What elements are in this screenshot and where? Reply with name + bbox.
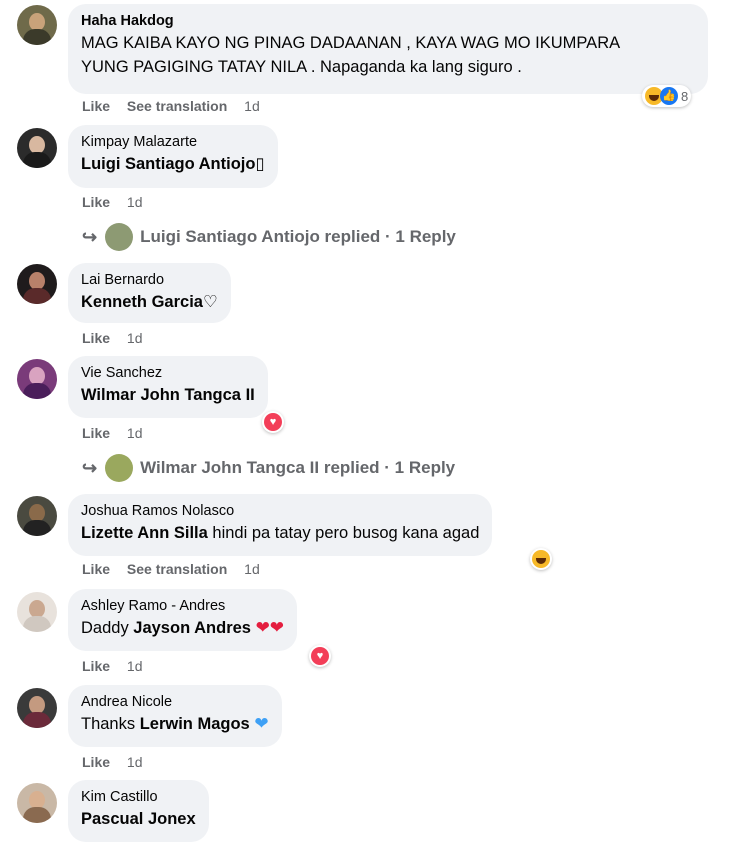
see-translation-button[interactable]: See translation: [127, 561, 227, 577]
replies-text[interactable]: Wilmar John Tangca II replied · 1 Reply: [140, 458, 455, 478]
haha-reaction-icon: [532, 550, 550, 568]
comment-actions: Like 1d: [82, 194, 155, 210]
comment-actions: Like 1d: [82, 330, 155, 346]
comment-timestamp[interactable]: 1d: [127, 754, 143, 770]
comment-timestamp[interactable]: 1d: [244, 561, 260, 577]
mention-tag[interactable]: Kenneth Garcia: [81, 293, 203, 311]
comment-actions: Like 1d: [82, 658, 155, 674]
comment-author[interactable]: Ashley Ramo - Andres: [81, 597, 284, 616]
reaction-summary[interactable]: ♥: [262, 411, 284, 433]
like-button[interactable]: Like: [82, 425, 110, 441]
comment-text: Pascual Jonex: [81, 807, 196, 831]
reply-arrow-icon: ↪: [82, 457, 98, 478]
comment-text: Luigi Santiago Antiojo▯: [81, 152, 265, 176]
comment-author[interactable]: Lai Bernardo: [81, 271, 218, 290]
comment-bubble: Haha Hakdog MAG KAIBA KAYO NG PINAG DADA…: [68, 4, 708, 94]
comment-text: Daddy Jayson Andres ❤❤: [81, 616, 284, 640]
comment-timestamp[interactable]: 1d: [127, 425, 143, 441]
comment-bubble: Andrea Nicole Thanks Lerwin Magos ❤: [68, 685, 282, 747]
comment-bubble: Lai Bernardo Kenneth Garcia♡: [68, 263, 231, 323]
replies-link[interactable]: ↪ Wilmar John Tangca II replied · 1 Repl…: [82, 454, 455, 482]
comment-author[interactable]: Vie Sanchez: [81, 364, 255, 383]
comment-actions: Like 1d: [82, 425, 155, 441]
avatar[interactable]: [17, 359, 57, 399]
comment-author[interactable]: Haha Hakdog: [81, 12, 695, 31]
comment-text-prefix: Thanks: [81, 715, 140, 733]
like-button[interactable]: Like: [82, 330, 110, 346]
mention-tag[interactable]: Lizette Ann Silla: [81, 524, 208, 542]
comment-author[interactable]: Joshua Ramos Nolasco: [81, 502, 479, 521]
comment-text: Kenneth Garcia♡: [81, 290, 218, 314]
avatar[interactable]: [17, 5, 57, 45]
reply-arrow-icon: ↪: [82, 226, 98, 247]
reaction-count: 8: [681, 88, 689, 104]
comment-actions: Like See translation 1d: [82, 98, 273, 114]
comment-actions: Like 1d: [82, 754, 155, 770]
red-heart-emoji: ❤❤: [255, 618, 285, 637]
comment-author[interactable]: Andrea Nicole: [81, 693, 269, 712]
mention-tag[interactable]: Wilmar John Tangca II: [81, 386, 255, 404]
like-button[interactable]: Like: [82, 98, 110, 114]
reaction-summary[interactable]: 👍 8: [642, 85, 692, 107]
like-button[interactable]: Like: [82, 194, 110, 210]
comment-text: Lizette Ann Silla hindi pa tatay pero bu…: [81, 521, 479, 545]
avatar[interactable]: [17, 264, 57, 304]
reaction-summary[interactable]: ♥: [309, 645, 331, 667]
replies-text[interactable]: Luigi Santiago Antiojo replied · 1 Reply: [140, 227, 456, 247]
comment-timestamp[interactable]: 1d: [127, 194, 143, 210]
reaction-summary[interactable]: [530, 548, 552, 570]
like-button[interactable]: Like: [82, 658, 110, 674]
see-translation-button[interactable]: See translation: [127, 98, 227, 114]
mention-tag[interactable]: Lerwin Magos: [140, 715, 250, 733]
comment-bubble: Vie Sanchez Wilmar John Tangca II: [68, 356, 268, 418]
avatar: [105, 223, 134, 251]
avatar[interactable]: [17, 783, 57, 823]
comment-bubble: Joshua Ramos Nolasco Lizette Ann Silla h…: [68, 494, 493, 556]
like-reaction-icon: 👍: [660, 87, 678, 105]
comment-text: Thanks Lerwin Magos ❤: [81, 712, 269, 736]
blue-heart-emoji: ❤: [254, 714, 269, 733]
avatar[interactable]: [17, 128, 57, 168]
like-button[interactable]: Like: [82, 754, 110, 770]
comment-text-suffix: ♡: [202, 293, 218, 311]
avatar[interactable]: [17, 592, 57, 632]
comment-text-prefix: Daddy: [81, 619, 134, 637]
comment-timestamp[interactable]: 1d: [244, 98, 260, 114]
comment-text: MAG KAIBA KAYO NG PINAG DADAANAN , KAYA …: [81, 34, 621, 52]
love-reaction-icon: ♥: [264, 413, 282, 431]
comment-text: Wilmar John Tangca II: [81, 383, 255, 407]
comment-text-suffix: ▯: [255, 155, 265, 173]
mention-tag[interactable]: Jayson Andres: [133, 619, 251, 637]
comment-bubble: Kim Castillo Pascual Jonex: [68, 780, 209, 842]
mention-tag[interactable]: Pascual Jonex: [81, 810, 196, 828]
love-reaction-icon: ♥: [311, 647, 329, 665]
comment-bubble: Ashley Ramo - Andres Daddy Jayson Andres…: [68, 589, 298, 651]
comment-text-rest: hindi pa tatay pero busog kana agad: [207, 524, 480, 542]
mention-tag[interactable]: Luigi Santiago Antiojo: [81, 155, 255, 173]
avatar[interactable]: [17, 496, 57, 536]
comment-actions: Like See translation 1d: [82, 561, 273, 577]
like-button[interactable]: Like: [82, 561, 110, 577]
avatar: [105, 454, 134, 482]
avatar[interactable]: [17, 688, 57, 728]
comment-author[interactable]: Kim Castillo: [81, 788, 196, 807]
replies-link[interactable]: ↪ Luigi Santiago Antiojo replied · 1 Rep…: [82, 223, 456, 251]
comment-author[interactable]: Kimpay Malazarte: [81, 133, 265, 152]
comment-timestamp[interactable]: 1d: [127, 330, 143, 346]
comment-timestamp[interactable]: 1d: [127, 658, 143, 674]
comment-text: YUNG PAGIGING TATAY NILA . Napaganda ka …: [81, 58, 522, 76]
comment-bubble: Kimpay Malazarte Luigi Santiago Antiojo▯: [68, 125, 278, 188]
